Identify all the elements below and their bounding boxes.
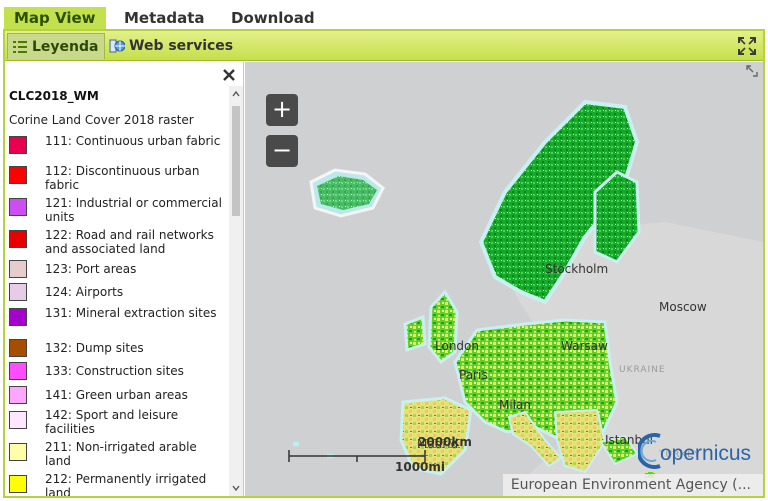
legend-item-label: 133: Construction sites — [45, 364, 184, 378]
scroll-thumb[interactable] — [232, 106, 240, 216]
tab-metadata[interactable]: Metadata — [114, 7, 215, 29]
map-attribution[interactable]: European Environment Agency (... — [502, 474, 763, 496]
sub-toolbar: Leyenda Web services — [5, 31, 763, 61]
tab-map-view[interactable]: Map View — [4, 7, 106, 29]
city-label-milan: Milan — [499, 398, 531, 412]
legend-item-label: 212: Permanently irrigated land — [45, 472, 207, 496]
tab-download[interactable]: Download — [221, 7, 325, 29]
legend-panel: CLC2018_WM Corine Land Cover 2018 raster… — [5, 62, 244, 496]
legend-scrollbar[interactable] — [229, 86, 243, 496]
city-label-london: London — [435, 339, 479, 353]
legend-item-label: 211: Non-irrigated arable land — [45, 440, 197, 468]
legend-swatch — [9, 411, 27, 429]
legend-item-label: 132: Dump sites — [45, 341, 144, 355]
expand-map-icon[interactable] — [745, 64, 759, 78]
legend-item-label: 142: Sport and leisure facilities — [45, 408, 179, 436]
city-label-moscow: Moscow — [659, 300, 707, 314]
fullscreen-icon[interactable] — [737, 36, 757, 56]
legend-layer-title: CLC2018_WM — [9, 89, 99, 103]
legend-swatch — [9, 283, 27, 301]
scale-bar-mi: 1000mi — [395, 460, 446, 474]
legend-item-label: 121: Industrial or commercial units — [45, 196, 222, 224]
legend-swatch — [9, 308, 27, 326]
city-label-paris: Paris — [459, 368, 488, 382]
subtab-leyenda[interactable]: Leyenda — [7, 33, 106, 59]
legend-swatch — [9, 230, 27, 248]
subtab-leyenda-label: Leyenda — [32, 38, 99, 55]
legend-item-label: 112: Discontinuous urban fabric — [45, 164, 200, 192]
legend-swatch — [9, 475, 27, 493]
legend-swatch — [9, 362, 27, 380]
subtab-web-services[interactable]: Web services — [105, 33, 239, 59]
zoom-out-button[interactable]: − — [266, 135, 298, 167]
legend-layer-subtitle: Corine Land Cover 2018 raster — [9, 113, 194, 127]
legend-swatch — [9, 198, 27, 216]
globe-book-icon — [109, 39, 125, 53]
map-viewer-frame: Leyenda Web services CLC2018_WM Corine L… — [3, 29, 765, 498]
legend-swatch — [9, 166, 27, 184]
legend-item-label: 111: Continuous urban fabric — [45, 134, 221, 148]
top-tabs: Map View Metadata Download — [0, 0, 768, 30]
scale-bar-km: 2000km — [418, 435, 472, 449]
legend-swatch — [9, 443, 27, 461]
legend-item-label: 122: Road and rail networks and associat… — [45, 228, 214, 256]
legend-item-label: 131: Mineral extraction sites — [45, 306, 217, 320]
legend-list-icon — [13, 40, 27, 53]
country-label-ukraine: UKRAINE — [619, 365, 666, 375]
close-icon[interactable] — [222, 68, 236, 82]
scroll-up-icon[interactable] — [232, 90, 240, 98]
city-label-stockholm: Stockholm — [545, 262, 609, 276]
legend-swatch — [9, 386, 27, 404]
legend-item-label: 124: Airports — [45, 285, 124, 299]
legend-swatch — [9, 339, 27, 357]
legend-item-label: 123: Port areas — [45, 262, 137, 276]
legend-swatch — [9, 136, 27, 154]
subtab-web-services-label: Web services — [129, 38, 234, 54]
map-canvas[interactable]: + − Stockholm Moscow London Warsaw Paris… — [245, 62, 763, 496]
zoom-in-button[interactable]: + — [266, 94, 298, 126]
copernicus-logo-text: opernicus — [660, 442, 752, 465]
scroll-down-icon[interactable] — [232, 484, 240, 492]
legend-swatch — [9, 260, 27, 278]
legend-item-label: 141: Green urban areas — [45, 388, 188, 402]
city-label-warsaw: Warsaw — [561, 339, 608, 353]
